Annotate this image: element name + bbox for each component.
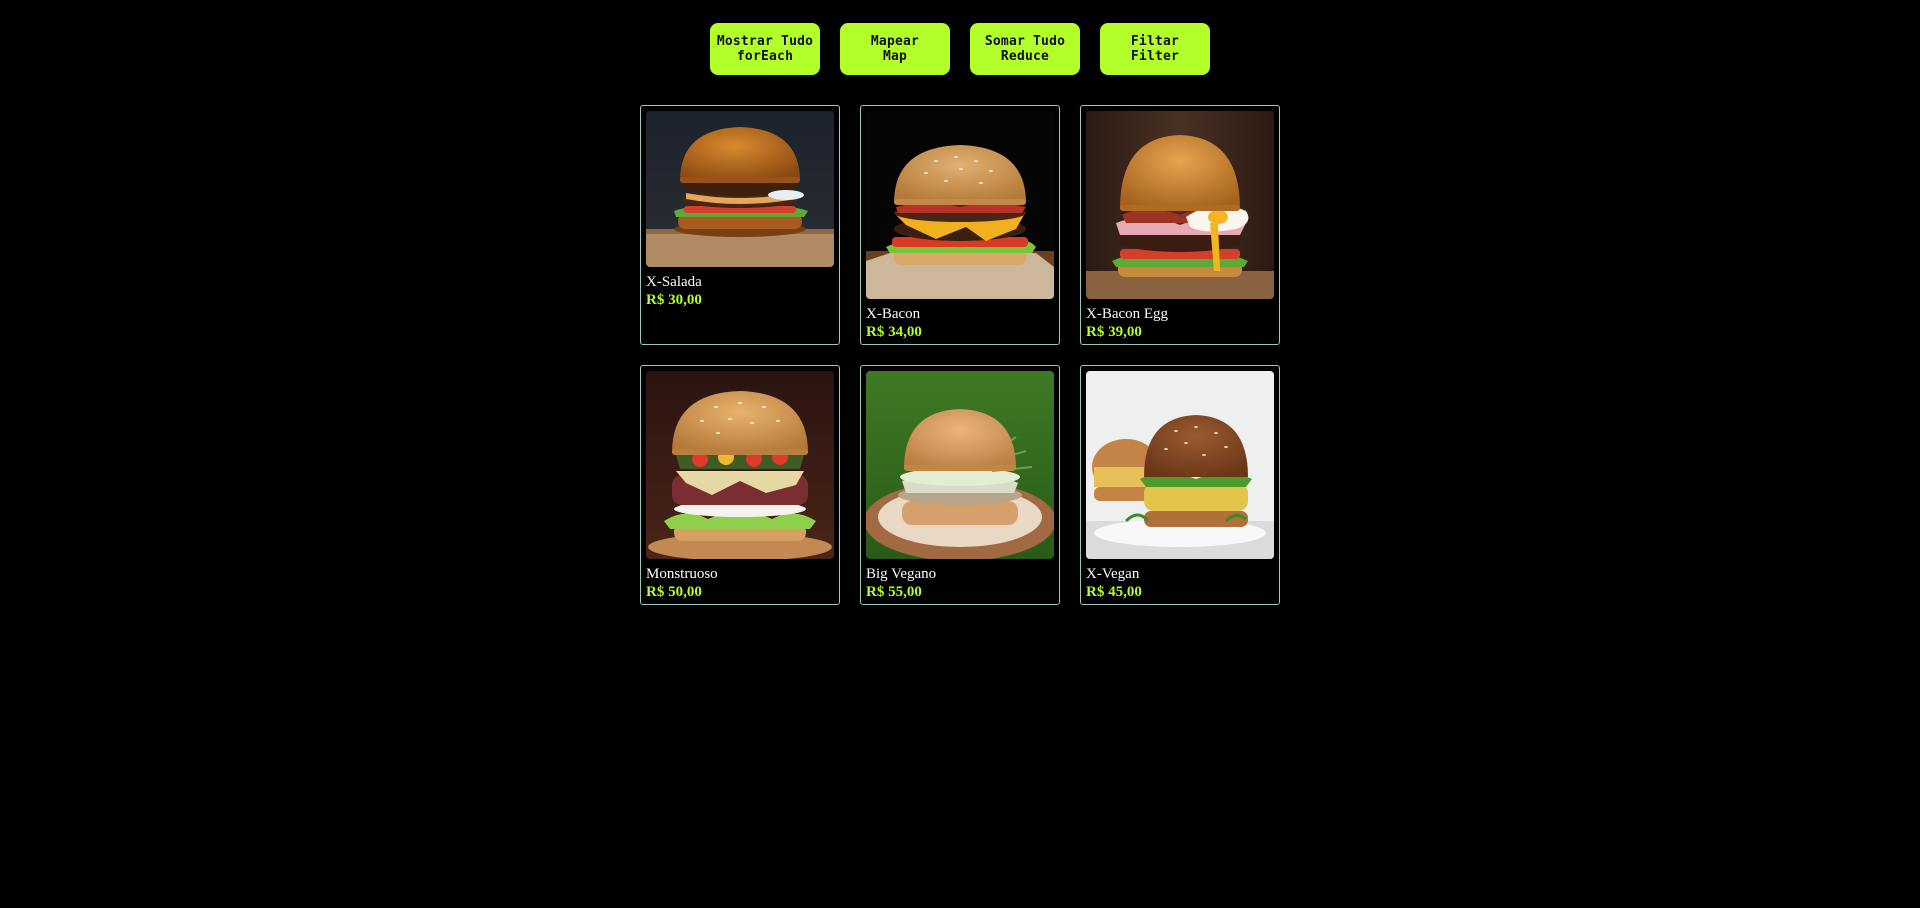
product-name: X-Vegan [1086,566,1140,582]
product-price: R$ 34,00 [866,324,922,340]
product-price: R$ 39,00 [1086,324,1142,340]
button-label-line2: Map [882,49,908,64]
button-label-line1: Mostrar Tudo [716,34,814,49]
burger-xsalada-image [646,111,834,267]
product-price: R$ 50,00 [646,584,702,600]
product-name: X-Bacon [866,306,921,322]
button-label-line2: Reduce [1000,49,1050,64]
product-price: R$ 30,00 [646,292,702,308]
button-label-line1: Mapear [870,34,920,49]
product-price: R$ 55,00 [866,584,922,600]
product-price: R$ 45,00 [1086,584,1142,600]
show-all-foreach-button[interactable]: Mostrar Tudo forEach [710,23,820,75]
burger-xvegan-image [1086,371,1274,559]
product-name: X-Salada [646,274,702,290]
filter-button[interactable]: Filtar Filter [1100,23,1210,75]
button-label-line2: forEach [736,49,794,64]
button-label-line1: Filtar [1130,34,1180,49]
burger-monstruoso-image [646,371,834,559]
sum-all-reduce-button[interactable]: Somar Tudo Reduce [970,23,1080,75]
product-card: X-Vegan R$ 45,00 [1080,365,1280,605]
map-button[interactable]: Mapear Map [840,23,950,75]
burger-xbacon-image [866,111,1054,299]
button-label-line2: Filter [1130,49,1180,64]
burger-bigvegano-image [866,371,1054,559]
product-name: Monstruoso [646,566,718,582]
product-card: X-Salada R$ 30,00 [640,105,840,345]
product-card: X-Bacon R$ 34,00 [860,105,1060,345]
product-name: X-Bacon Egg [1086,306,1169,322]
product-card: Big Vegano R$ 55,00 [860,365,1060,605]
menu-grid: X-Salada R$ 30,00 X-Bacon R$ 34,00 X-Bac… [640,105,1280,605]
button-label-line1: Somar Tudo [984,34,1066,49]
product-card: Monstruoso R$ 50,00 [640,365,840,605]
product-card: X-Bacon Egg R$ 39,00 [1080,105,1280,345]
product-name: Big Vegano [866,566,937,582]
action-toolbar: Mostrar Tudo forEach Mapear Map Somar Tu… [710,23,1210,75]
burger-xbaconegg-image [1086,111,1274,299]
